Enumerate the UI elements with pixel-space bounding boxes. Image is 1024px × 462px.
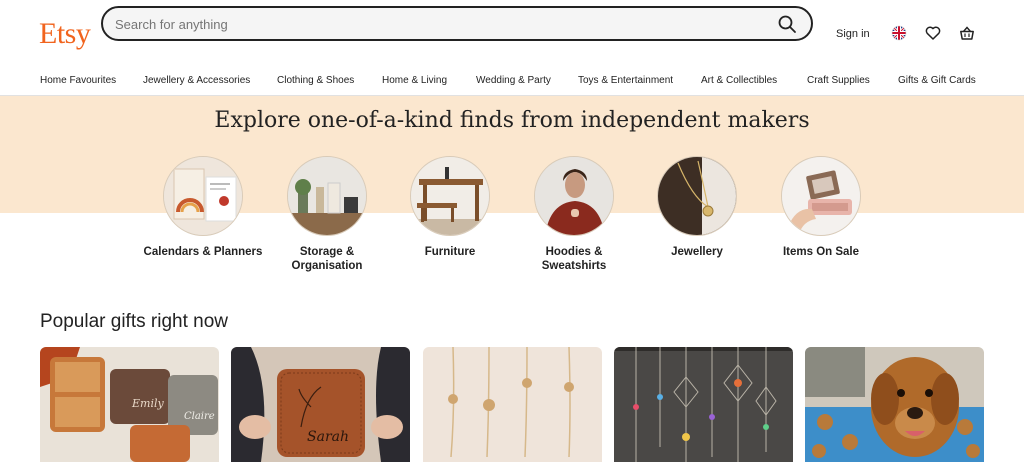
category-calendars-planners[interactable]: Calendars & Planners [141,156,265,259]
category-image [163,156,243,236]
search-icon[interactable] [777,14,797,34]
nav-item-clothing-shoes[interactable]: Clothing & Shoes [277,75,354,86]
category-label: Calendars & Planners [143,246,263,258]
product-card-suncatchers[interactable] [614,347,793,462]
category-furniture[interactable]: Furniture [388,156,512,259]
category-label: Furniture [424,246,476,258]
uk-flag-icon[interactable] [891,25,907,41]
category-label: Storage & Organisation [291,246,363,272]
basket-icon[interactable] [959,25,975,41]
category-jewellery[interactable]: Jewellery [635,156,759,259]
etsy-logo[interactable]: Etsy [39,17,91,51]
product-card-jewelry-boxes[interactable]: Emily Claire [40,347,219,462]
engraved-name-text: Sarah [307,429,349,445]
nav-item-art-collectibles[interactable]: Art & Collectibles [701,75,777,86]
nav-item-home-living[interactable]: Home & Living [382,75,447,86]
heart-icon[interactable] [925,25,941,41]
engraved-name-text: Emily [131,397,164,410]
sign-in-link[interactable]: Sign in [836,28,870,40]
section-title-popular-gifts: Popular gifts right now [40,311,228,332]
category-label: Jewellery [671,246,723,258]
category-image [287,156,367,236]
engraved-name-text: Claire [184,411,215,422]
search-bar [101,6,813,41]
category-image [410,156,490,236]
category-image [657,156,737,236]
search-input[interactable] [115,14,755,34]
banner-title: Explore one-of-a-kind finds from indepen… [214,108,810,133]
product-card-name-necklaces[interactable] [423,347,602,462]
category-image [781,156,861,236]
category-label: Items On Sale [782,246,860,258]
nav-item-home-favourites[interactable]: Home Favourites [40,75,116,86]
nav-item-toys-entertainment[interactable]: Toys & Entertainment [578,75,673,86]
nav-item-wedding-party[interactable]: Wedding & Party [476,75,551,86]
product-card-leather-box[interactable]: Sarah [231,347,410,462]
category-items-on-sale[interactable]: Items On Sale [759,156,883,259]
category-image [534,156,614,236]
nav-item-craft-supplies[interactable]: Craft Supplies [807,75,870,86]
category-storage-organisation[interactable]: Storage & Organisation [265,156,389,273]
category-hoodies-sweatshirts[interactable]: Hoodies & Sweatshirts [512,156,636,273]
category-label: Hoodies & Sweatshirts [541,246,607,272]
nav-item-jewellery-accessories[interactable]: Jewellery & Accessories [143,75,250,86]
nav-item-gifts-gift-cards[interactable]: Gifts & Gift Cards [898,75,976,86]
site-header: Etsy Sign in [0,0,1024,66]
category-nav: Home Favourites Jewellery & Accessories … [0,66,1024,96]
product-card-dog-pillow[interactable] [805,347,984,462]
